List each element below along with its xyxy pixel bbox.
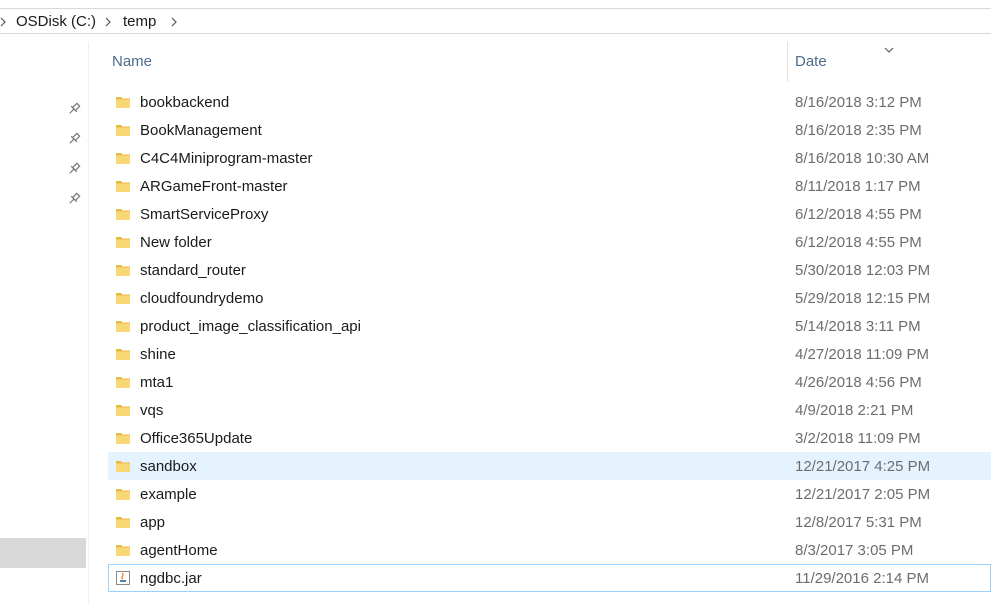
file-name: SmartServiceProxy: [140, 206, 269, 223]
file-row[interactable]: C4C4Miniprogram-master 8/16/2018 10:30 AM: [108, 144, 991, 172]
file-row[interactable]: mta1 4/26/2018 4:56 PM: [108, 368, 991, 396]
file-date: 4/27/2018 11:09 PM: [795, 346, 929, 363]
file-row[interactable]: New folder 6/12/2018 4:55 PM: [108, 228, 991, 256]
file-date: 3/2/2018 11:09 PM: [795, 430, 921, 447]
chevron-right-icon[interactable]: [171, 12, 177, 32]
file-row[interactable]: cloudfoundrydemo 5/29/2018 12:15 PM: [108, 284, 991, 312]
folder-icon: [115, 262, 131, 278]
nav-item-selected[interactable]: [0, 538, 86, 568]
file-name: vqs: [140, 402, 164, 419]
column-header-date[interactable]: Date: [795, 52, 827, 72]
folder-icon: [115, 514, 131, 530]
jar-file-icon: [115, 570, 131, 586]
file-row[interactable]: Office365Update 3/2/2018 11:09 PM: [108, 424, 991, 452]
folder-icon: [115, 94, 131, 110]
file-date: 8/16/2018 2:35 PM: [795, 122, 922, 139]
file-date: 5/14/2018 3:11 PM: [795, 318, 921, 335]
file-row[interactable]: vqs 4/9/2018 2:21 PM: [108, 396, 991, 424]
folder-icon: [115, 290, 131, 306]
file-row[interactable]: sandbox 12/21/2017 4:25 PM: [108, 452, 991, 480]
file-date: 5/29/2018 12:15 PM: [795, 290, 931, 307]
pane-divider[interactable]: [88, 42, 89, 605]
file-name: Office365Update: [140, 430, 253, 447]
column-header: Name Date: [104, 42, 991, 82]
file-date: 8/16/2018 10:30 AM: [795, 150, 930, 167]
folder-icon: [115, 402, 131, 418]
file-name: ARGameFront-master: [140, 178, 288, 195]
column-divider[interactable]: [787, 42, 788, 82]
file-name: cloudfoundrydemo: [140, 290, 264, 307]
file-row[interactable]: agentHome 8/3/2017 3:05 PM: [108, 536, 991, 564]
file-date: 12/21/2017 2:05 PM: [795, 486, 931, 503]
sort-chevron-down-icon: [884, 41, 894, 58]
navigation-pane: [0, 34, 88, 605]
folder-icon: [115, 346, 131, 362]
file-name: C4C4Miniprogram-master: [140, 150, 313, 167]
pin-icon[interactable]: [67, 162, 81, 176]
folder-icon: [115, 150, 131, 166]
breadcrumb-item-temp[interactable]: temp: [123, 12, 156, 32]
file-name: bookbackend: [140, 94, 230, 111]
file-date: 4/9/2018 2:21 PM: [795, 402, 914, 419]
file-row[interactable]: bookbackend 8/16/2018 3:12 PM: [108, 88, 991, 116]
folder-icon: [115, 458, 131, 474]
file-date: 4/26/2018 4:56 PM: [795, 374, 922, 391]
file-date: 11/29/2016 2:14 PM: [795, 570, 929, 587]
file-name: sandbox: [140, 458, 197, 475]
pin-icon[interactable]: [67, 132, 81, 146]
chevron-right-icon[interactable]: [0, 12, 6, 32]
file-row[interactable]: SmartServiceProxy 6/12/2018 4:55 PM: [108, 200, 991, 228]
folder-icon: [115, 542, 131, 558]
file-row[interactable]: example 12/21/2017 2:05 PM: [108, 480, 991, 508]
folder-icon: [115, 178, 131, 194]
file-row[interactable]: product_image_classification_api 5/14/201…: [108, 312, 991, 340]
file-name: BookManagement: [140, 122, 262, 139]
file-date: 6/12/2018 4:55 PM: [795, 234, 922, 251]
file-date: 12/21/2017 4:25 PM: [795, 458, 931, 475]
file-row[interactable]: ARGameFront-master 8/11/2018 1:17 PM: [108, 172, 991, 200]
file-name: example: [140, 486, 197, 503]
file-date: 8/3/2017 3:05 PM: [795, 542, 914, 559]
column-header-name[interactable]: Name: [112, 52, 152, 72]
file-name: app: [140, 514, 166, 531]
folder-icon: [115, 486, 131, 502]
file-row[interactable]: shine 4/27/2018 11:09 PM: [108, 340, 991, 368]
file-row[interactable]: BookManagement 8/16/2018 2:35 PM: [108, 116, 991, 144]
file-row[interactable]: app 12/8/2017 5:31 PM: [108, 508, 991, 536]
chevron-right-icon[interactable]: [105, 12, 111, 32]
address-bar[interactable]: OSDisk (C:) temp: [0, 8, 991, 34]
pin-icon[interactable]: [67, 192, 81, 206]
pin-icon[interactable]: [67, 102, 81, 116]
folder-icon: [115, 430, 131, 446]
file-date: 8/11/2018 1:17 PM: [795, 178, 921, 195]
folder-icon: [115, 122, 131, 138]
file-row[interactable]: ngdbc.jar 11/29/2016 2:14 PM: [108, 564, 991, 592]
file-name: standard_router: [140, 262, 246, 279]
file-date: 6/12/2018 4:55 PM: [795, 206, 922, 223]
file-row[interactable]: standard_router 5/30/2018 12:03 PM: [108, 256, 991, 284]
folder-icon: [115, 206, 131, 222]
folder-icon: [115, 318, 131, 334]
file-name: New folder: [140, 234, 212, 251]
file-name: ngdbc.jar: [140, 570, 202, 587]
file-date: 8/16/2018 3:12 PM: [795, 94, 922, 111]
file-name: mta1: [140, 374, 174, 391]
folder-icon: [115, 374, 131, 390]
breadcrumb-item-osdisk[interactable]: OSDisk (C:): [16, 12, 96, 32]
file-name: product_image_classification_api: [140, 318, 361, 335]
file-name: agentHome: [140, 542, 218, 559]
file-date: 12/8/2017 5:31 PM: [795, 514, 922, 531]
file-date: 5/30/2018 12:03 PM: [795, 262, 931, 279]
folder-icon: [115, 234, 131, 250]
file-name: shine: [140, 346, 176, 363]
